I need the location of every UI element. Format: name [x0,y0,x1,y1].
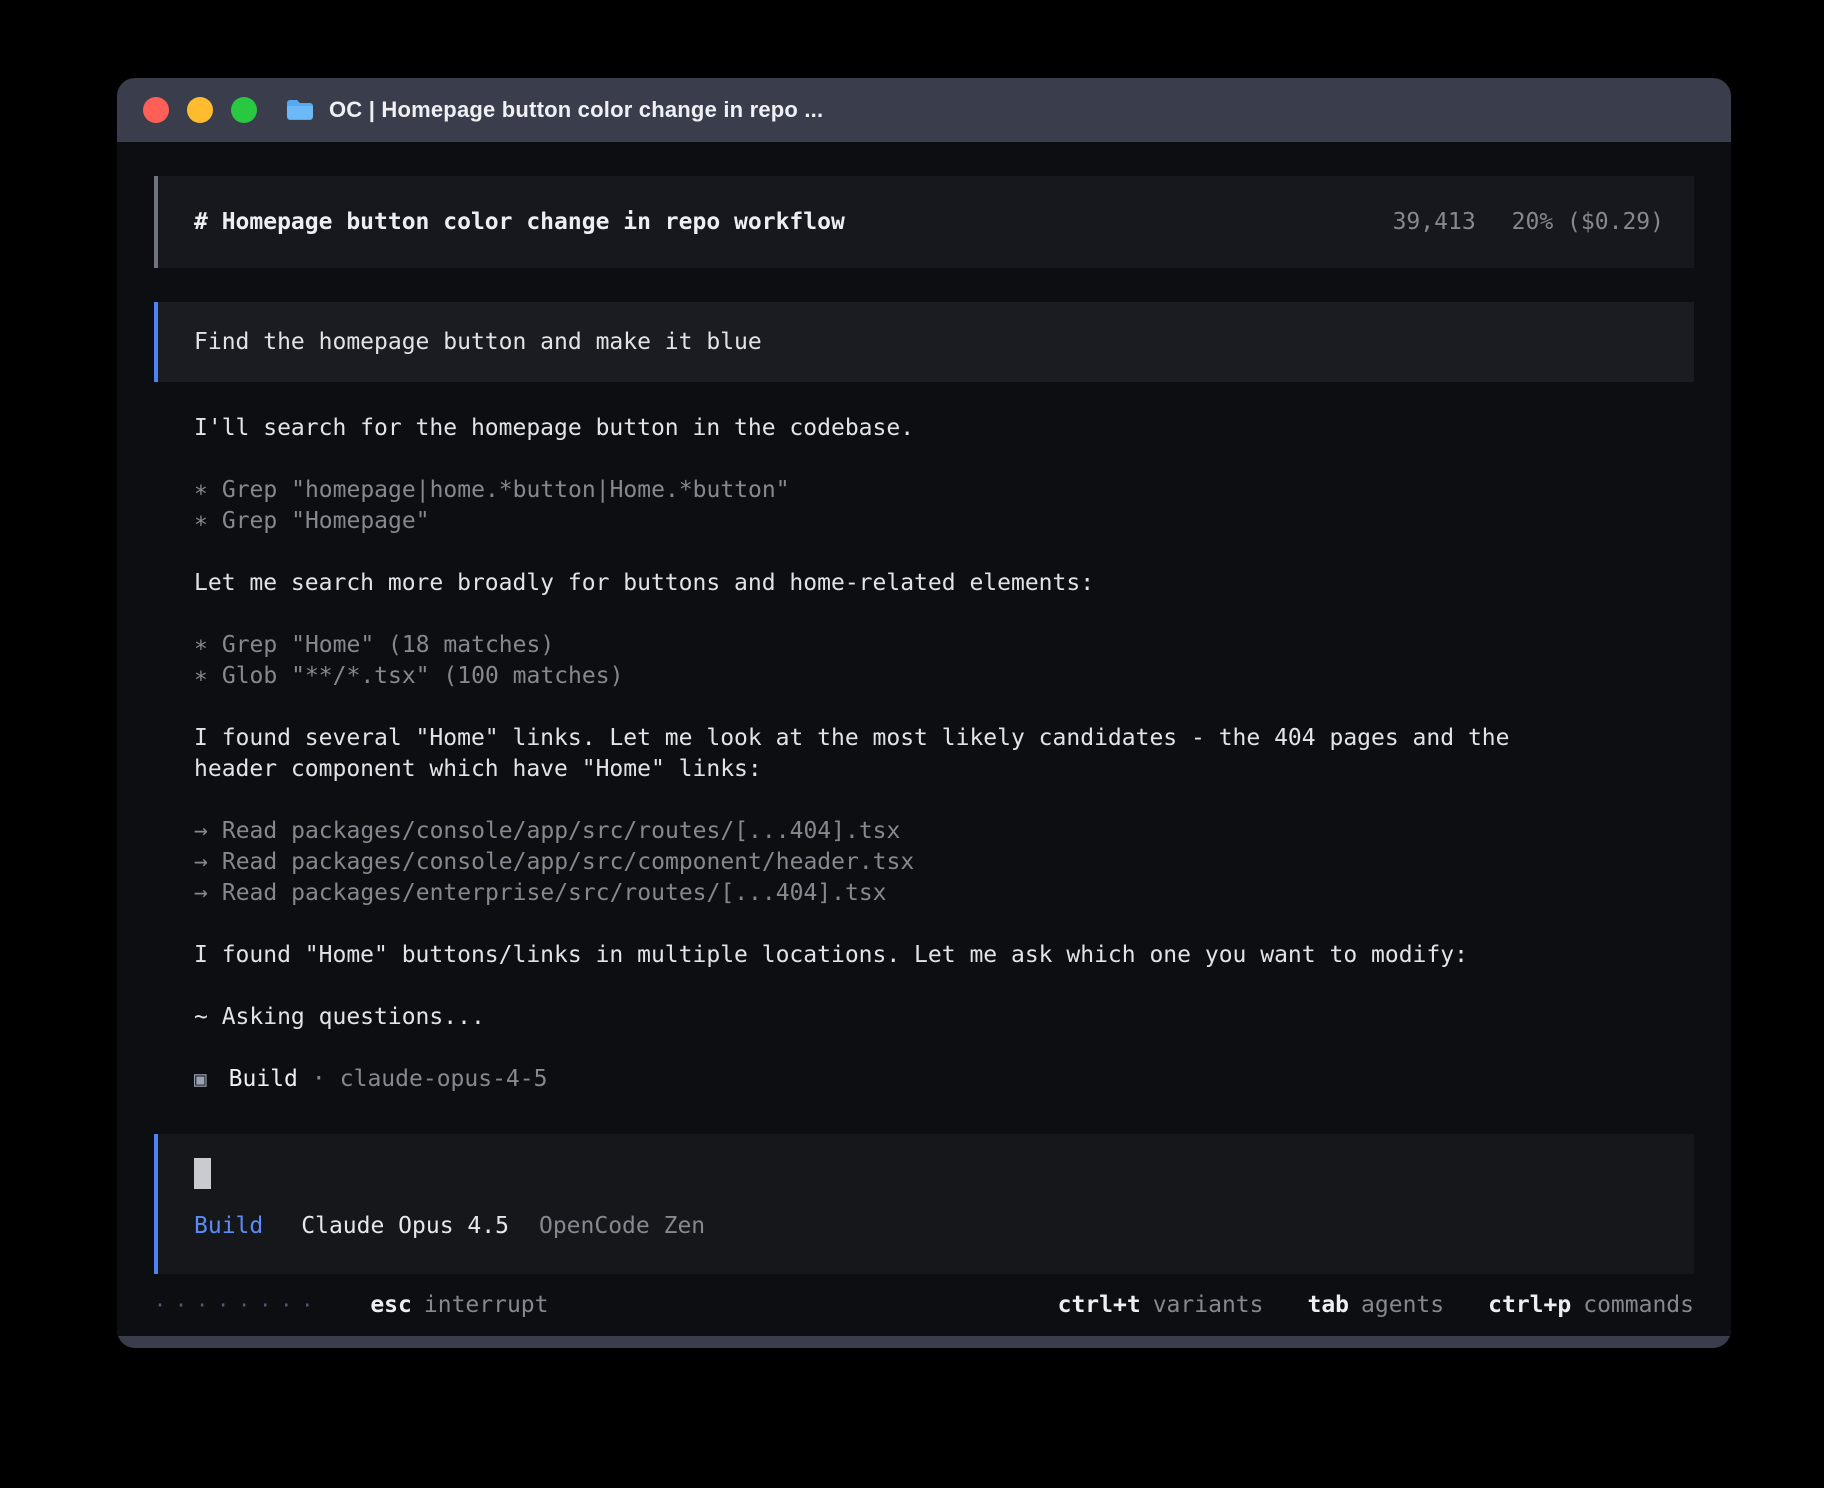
status-line: ~ Asking questions... [194,1002,1694,1033]
desktop: OC | Homepage button color change in rep… [0,0,1824,1488]
terminal-content: # Homepage button color change in repo w… [117,142,1731,1336]
user-message: Find the homepage button and make it blu… [154,302,1694,382]
terminal-window: OC | Homepage button color change in rep… [117,78,1731,1348]
tool-call-group: ∗ Grep "Home" (18 matches) ∗ Glob "**/*.… [194,630,1694,692]
minimize-button[interactable] [187,97,213,123]
status-bar: ········ esc interrupt ctrl+t variants t… [154,1274,1694,1336]
assistant-paragraph: Let me search more broadly for buttons a… [194,568,1694,599]
shortcut-label: variants [1153,1290,1264,1321]
window-title: OC | Homepage button color change in rep… [329,97,823,123]
tool-call-group: ∗ Grep "homepage|home.*button|Home.*butt… [194,475,1694,537]
shortcut-variants: ctrl+t variants [1058,1290,1264,1321]
tool-call-glob: ∗ Glob "**/*.tsx" (100 matches) [194,661,1694,692]
agent-model: claude-opus-4-5 [340,1064,548,1095]
asterisk-icon: ∗ [194,661,208,692]
assistant-paragraph: I'll search for the homepage button in t… [194,413,1694,444]
assistant-transcript: I'll search for the homepage button in t… [154,382,1694,1095]
tool-call-text: Read packages/console/app/src/component/… [222,847,914,878]
assistant-paragraph: I found "Home" buttons/links in multiple… [194,940,1694,971]
tool-call-text: Read packages/enterprise/src/routes/[...… [222,878,887,909]
shortcut-commands: ctrl+p commands [1488,1290,1694,1321]
tool-call-text: Grep "Home" (18 matches) [222,630,554,661]
tool-call-text: Grep "Homepage" [222,506,430,537]
model-label[interactable]: Claude Opus 4.5 [301,1211,509,1242]
status-bar-left: ········ esc interrupt [154,1290,549,1321]
asterisk-icon: ∗ [194,475,208,506]
tool-call-text: Read packages/console/app/src/routes/[..… [222,816,901,847]
shortcut-label: agents [1361,1290,1444,1321]
shortcut-key: ctrl+t [1058,1290,1141,1321]
tool-call-grep: ∗ Grep "homepage|home.*button|Home.*butt… [194,475,1694,506]
user-message-text: Find the homepage button and make it blu… [194,327,762,358]
tool-call-grep: ∗ Grep "Homepage" [194,506,1694,537]
asterisk-icon: ∗ [194,506,208,537]
shortcut-agents: tab agents [1307,1290,1444,1321]
shortcut-key: tab [1307,1290,1349,1321]
agent-icon: ▣ [194,1064,207,1095]
tool-call-read: → Read packages/enterprise/src/routes/[.… [194,878,1694,909]
prompt-input[interactable]: Build Claude Opus 4.5 OpenCode Zen [154,1134,1694,1274]
arrow-right-icon: → [194,816,208,847]
zoom-button[interactable] [231,97,257,123]
folder-icon [285,98,315,122]
shortcut-label: commands [1583,1290,1694,1321]
mode-label[interactable]: Build [194,1211,263,1242]
spinner-dots: ········ [154,1290,322,1321]
agent-badge: ▣ Build · claude-opus-4-5 [194,1064,1694,1095]
tool-call-read: → Read packages/console/app/src/componen… [194,847,1694,878]
context-usage: 20% ($0.29) [1512,207,1664,238]
esc-key-action: interrupt [424,1290,549,1321]
esc-key-hint: esc [370,1290,412,1321]
status-bar-right: ctrl+t variants tab agents ctrl+p comman… [1058,1290,1694,1321]
tool-call-text: Glob "**/*.tsx" (100 matches) [222,661,624,692]
assistant-paragraph: I found several "Home" links. Let me loo… [194,723,1694,785]
tool-call-text: Grep "homepage|home.*button|Home.*button… [222,475,790,506]
traffic-lights [143,97,257,123]
provider-label: OpenCode Zen [539,1211,705,1242]
separator-dot: · [312,1064,326,1095]
text-cursor [194,1158,211,1189]
input-meta: Build Claude Opus 4.5 OpenCode Zen [194,1211,1694,1242]
arrow-right-icon: → [194,847,208,878]
asterisk-icon: ∗ [194,630,208,661]
tool-call-group: → Read packages/console/app/src/routes/[… [194,816,1694,909]
arrow-right-icon: → [194,878,208,909]
token-count: 39,413 [1393,207,1476,238]
session-header: # Homepage button color change in repo w… [154,176,1694,268]
tool-call-read: → Read packages/console/app/src/routes/[… [194,816,1694,847]
window-titlebar[interactable]: OC | Homepage button color change in rep… [117,78,1731,142]
session-title: # Homepage button color change in repo w… [194,207,845,238]
agent-name: Build [229,1064,298,1095]
shortcut-key: ctrl+p [1488,1290,1571,1321]
session-stats: 39,413 20% ($0.29) [1393,207,1664,238]
close-button[interactable] [143,97,169,123]
tool-call-grep: ∗ Grep "Home" (18 matches) [194,630,1694,661]
